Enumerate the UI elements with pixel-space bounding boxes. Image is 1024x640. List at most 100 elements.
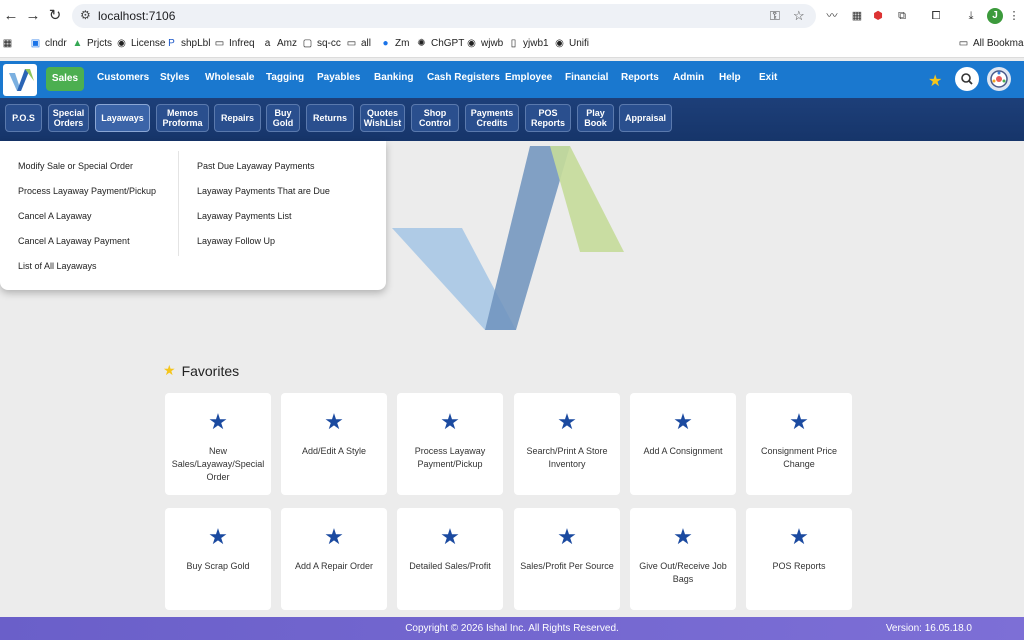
- site-info-icon[interactable]: ⚙: [80, 8, 91, 22]
- puzzle-icon[interactable]: ⧉: [894, 8, 910, 24]
- bookmark-prjcts[interactable]: ▲ Prjcts: [72, 38, 112, 49]
- url-text[interactable]: localhost:7106: [98, 9, 175, 23]
- dd-past-due-payments[interactable]: Past Due Layaway Payments: [197, 161, 315, 171]
- menu-wholesale[interactable]: Wholesale: [205, 72, 254, 83]
- search-button[interactable]: [955, 67, 979, 91]
- adblock-icon[interactable]: ⬢: [870, 8, 886, 24]
- favorite-tile[interactable]: ★ POS Reports: [746, 508, 852, 610]
- download-icon[interactable]: ⤓: [963, 8, 979, 24]
- bookmark-yjwb1[interactable]: ▯ yjwb1: [508, 38, 549, 49]
- submenu-special-orders[interactable]: Special Orders: [48, 104, 89, 132]
- menu-tagging[interactable]: Tagging: [266, 72, 304, 83]
- bookmark-amz[interactable]: a Amz: [262, 38, 297, 49]
- star-icon: ★: [789, 409, 809, 434]
- dd-payments-list[interactable]: Layaway Payments List: [197, 211, 292, 221]
- bookmark-all[interactable]: ▭ all: [346, 38, 371, 49]
- favorite-tile[interactable]: ★ Search/Print A Store Inventory: [514, 393, 620, 495]
- bookmark-chgpt[interactable]: ✺ ChGPT: [416, 38, 464, 49]
- bookmark-unifi[interactable]: ◉ Unifi: [554, 38, 589, 49]
- favorite-tile[interactable]: ★ Consignment Price Change: [746, 393, 852, 495]
- star-icon: ★: [163, 362, 176, 378]
- menu-reports[interactable]: Reports: [621, 72, 659, 83]
- bookmarks-bar: ▦ ▣ clndr ▲ Prjcts ◉ License PshpLbl ▭ Infre…: [0, 33, 1024, 58]
- favorite-tile[interactable]: ★ Give Out/Receive Job Bags: [630, 508, 736, 610]
- dd-list-all-layaways[interactable]: List of All Layaways: [18, 261, 97, 271]
- menu-customers[interactable]: Customers: [97, 72, 149, 83]
- address-bar[interactable]: ⚙ localhost:7106 ⚿ ☆: [72, 4, 816, 28]
- menu-admin[interactable]: Admin: [673, 72, 704, 83]
- dd-cancel-layaway[interactable]: Cancel A Layaway: [18, 211, 92, 221]
- version-text: Version: 16.05.18.0: [885, 623, 972, 634]
- dropdown-divider: [178, 151, 179, 256]
- extension-icon-1[interactable]: 〰: [824, 8, 840, 24]
- dd-modify-sale[interactable]: Modify Sale or Special Order: [18, 161, 133, 171]
- menu-employee[interactable]: Employee: [505, 72, 552, 83]
- favorite-tile[interactable]: ★ Add A Repair Order: [281, 508, 387, 610]
- submenu-memos-proforma[interactable]: Memos Proforma: [156, 104, 209, 132]
- apps-grid-icon[interactable]: ▦: [2, 38, 17, 49]
- favorite-tile[interactable]: ★ Add A Consignment: [630, 393, 736, 495]
- bookmark-shplbl[interactable]: PshpLbl: [166, 38, 210, 49]
- star-icon: ★: [208, 524, 228, 549]
- globe-icon: ◉: [117, 38, 126, 49]
- globe-icon: ◉: [555, 38, 564, 49]
- page-icon: ▯: [510, 38, 517, 49]
- submenu-appraisal[interactable]: Appraisal: [619, 104, 672, 132]
- submenu-repairs[interactable]: Repairs: [214, 104, 261, 132]
- menu-help[interactable]: Help: [719, 72, 741, 83]
- submenu-returns[interactable]: Returns: [306, 104, 354, 132]
- favorite-tile[interactable]: ★ Add/Edit A Style: [281, 393, 387, 495]
- favorite-tile[interactable]: ★ Buy Scrap Gold: [165, 508, 271, 610]
- submenu-layaways[interactable]: Layaways: [95, 104, 150, 132]
- tab-search-icon[interactable]: ⧠: [928, 8, 944, 24]
- submenu-shop-control[interactable]: Shop Control: [411, 104, 459, 132]
- submenu-play-book[interactable]: Play Book: [577, 104, 614, 132]
- dd-payments-due[interactable]: Layaway Payments That are Due: [197, 186, 330, 196]
- submenu-buy-gold[interactable]: Buy Gold: [266, 104, 300, 132]
- profile-avatar[interactable]: J: [987, 8, 1003, 24]
- bookmark-sq-cc[interactable]: ▢ sq-cc: [302, 38, 341, 49]
- submenu-payments-credits[interactable]: Payments Credits: [465, 104, 519, 132]
- layaways-dropdown: Modify Sale or Special Order Process Lay…: [0, 141, 386, 290]
- menu-exit[interactable]: Exit: [759, 72, 777, 83]
- submenu-pos-reports[interactable]: POS Reports: [525, 104, 571, 132]
- bookmark-infreq[interactable]: ▭ Infreq: [214, 38, 255, 49]
- folder-icon: ▭: [958, 38, 969, 49]
- favorite-tile[interactable]: ★ Process Layaway Payment/Pickup: [397, 393, 503, 495]
- menu-banking[interactable]: Banking: [374, 72, 413, 83]
- star-icon: ★: [440, 524, 460, 549]
- submenu-quotes-wishlist[interactable]: Quotes WishList: [360, 104, 405, 132]
- menu-financial[interactable]: Financial: [565, 72, 608, 83]
- reload-icon[interactable]: ↻: [46, 7, 64, 25]
- extension-icon-2[interactable]: ▦: [849, 8, 865, 24]
- folder-icon: ▭: [346, 38, 357, 49]
- all-bookmarks[interactable]: ▭All Bookmarks: [958, 38, 1024, 49]
- bookmark-wjwb[interactable]: ◉ wjwb: [466, 38, 503, 49]
- menu-cash-registers[interactable]: Cash Registers: [427, 72, 500, 83]
- menu-styles[interactable]: Styles: [160, 72, 189, 83]
- submenu-pos[interactable]: P.O.S: [5, 104, 42, 132]
- square-icon: ▢: [302, 38, 313, 49]
- favorite-tile[interactable]: ★ New Sales/Layaway/Special Order: [165, 393, 271, 495]
- menu-payables[interactable]: Payables: [317, 72, 360, 83]
- favorite-tile[interactable]: ★ Sales/Profit Per Source: [514, 508, 620, 610]
- copyright-text: Copyright © 2026 Ishal Inc. All Rights R…: [405, 623, 619, 634]
- bookmark-license[interactable]: ◉ License: [116, 38, 165, 49]
- dd-cancel-layaway-payment[interactable]: Cancel A Layaway Payment: [18, 236, 130, 246]
- favorites-star-icon[interactable]: ★: [928, 71, 942, 91]
- kebab-menu-icon[interactable]: ⋮: [1006, 8, 1022, 24]
- key-icon[interactable]: ⚿: [770, 8, 780, 24]
- menu-sales[interactable]: Sales: [46, 67, 84, 91]
- dd-follow-up[interactable]: Layaway Follow Up: [197, 236, 275, 246]
- star-icon: ★: [673, 524, 693, 549]
- bookmark-star-icon[interactable]: ☆: [793, 8, 805, 24]
- back-icon[interactable]: ←: [2, 7, 20, 25]
- forward-icon[interactable]: →: [24, 7, 42, 25]
- dd-process-layaway-payment[interactable]: Process Layaway Payment/Pickup: [18, 186, 156, 196]
- settings-button[interactable]: [987, 67, 1011, 91]
- star-icon: ★: [324, 409, 344, 434]
- favorite-tile[interactable]: ★ Detailed Sales/Profit: [397, 508, 503, 610]
- app-logo[interactable]: [3, 64, 37, 96]
- bookmark-clndr[interactable]: ▣ clndr: [30, 38, 67, 49]
- bookmark-zm[interactable]: ● Zm: [380, 38, 409, 49]
